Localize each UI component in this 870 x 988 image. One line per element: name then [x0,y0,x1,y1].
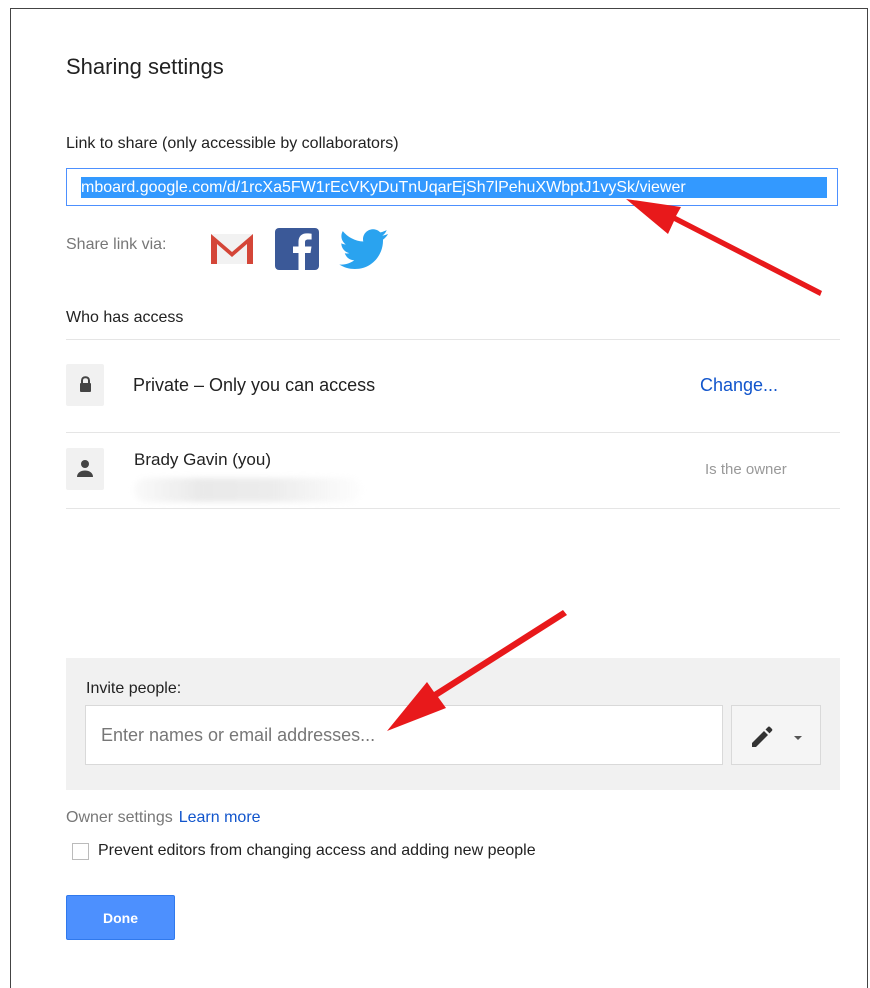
annotation-arrows [387,199,822,731]
annotation-arrow [387,610,567,731]
annotation-arrow [626,199,822,296]
